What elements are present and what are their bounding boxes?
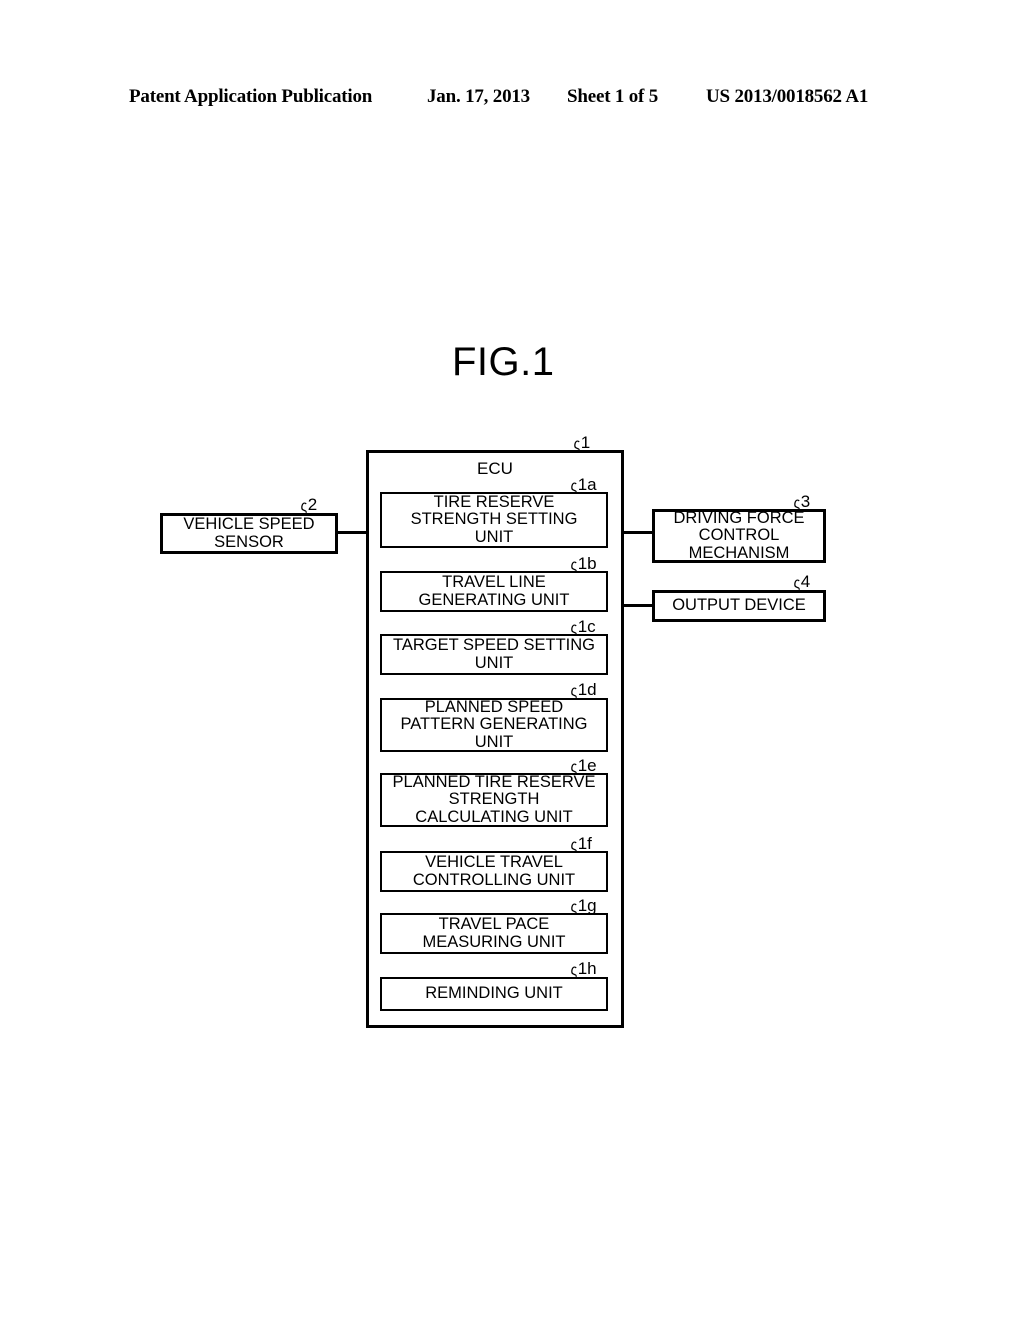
unit-box-travel-pace-measuring[interactable]: TRAVEL PACE MEASURING UNIT [380,913,608,954]
ref-numeral-4: ς4 [793,572,811,592]
unit-label-1g: TRAVEL PACE MEASURING UNIT [422,915,566,951]
unit-box-reminding[interactable]: REMINDING UNIT [380,977,608,1011]
connector-ecu-to-driving-force [621,531,655,534]
ref-numeral-1c-text: 1c [577,617,596,636]
unit-box-vehicle-travel-controlling[interactable]: VEHICLE TRAVEL CONTROLLING UNIT [380,851,608,892]
unit-box-travel-line-generating[interactable]: TRAVEL LINE GENERATING UNIT [380,571,608,612]
external-label-2: VEHICLE SPEED SENSOR [183,515,315,551]
ref-hook-icon: ς [300,498,308,515]
ref-numeral-1: ς1 [573,433,591,453]
unit-label-1e: PLANNED TIRE RESERVE STRENGTH CALCULATIN… [392,773,596,826]
ref-hook-icon: ς [793,575,801,592]
ref-numeral-1c: ς1c [570,617,596,637]
unit-box-tire-reserve-strength-setting[interactable]: TIRE RESERVE STRENGTH SETTING UNIT [380,492,608,548]
external-label-3: DRIVING FORCE CONTROL MECHANISM [673,509,805,562]
ref-numeral-1g-text: 1g [577,896,597,915]
unit-label-1d: PLANNED SPEED PATTERN GENERATING UNIT [400,698,588,751]
ref-numeral-1h-text: 1h [577,959,597,978]
header-publication-title: Patent Application Publication [129,86,373,107]
ref-numeral-1g: ς1g [570,896,597,916]
header-sheet-number: Sheet 1 of 5 [567,86,659,107]
ref-hook-icon: ς [573,436,581,453]
ref-numeral-1d-text: 1d [577,680,597,699]
ref-hook-icon: ς [570,478,578,495]
unit-label-1a: TIRE RESERVE STRENGTH SETTING UNIT [410,493,578,546]
ref-numeral-3: ς3 [793,492,811,512]
figure-title: FIG.1 [452,340,555,384]
header-document-number: US 2013/0018562 A1 [706,86,869,107]
unit-label-1f: VEHICLE TRAVEL CONTROLLING UNIT [412,853,576,889]
external-box-output-device[interactable]: OUTPUT DEVICE [652,590,826,622]
unit-label-1b: TRAVEL LINE GENERATING UNIT [418,573,570,609]
ref-hook-icon: ς [570,620,578,637]
external-box-vehicle-speed-sensor[interactable]: VEHICLE SPEED SENSOR [160,513,338,554]
unit-box-planned-tire-reserve-strength-calculating[interactable]: PLANNED TIRE RESERVE STRENGTH CALCULATIN… [380,773,608,827]
ref-numeral-2-text: 2 [307,495,318,514]
ref-numeral-1a-text: 1a [577,475,597,494]
ref-numeral-1e: ς1e [570,756,597,776]
connector-ecu-to-output-device [621,604,655,607]
unit-box-target-speed-setting[interactable]: TARGET SPEED SETTING UNIT [380,634,608,675]
ref-hook-icon: ς [570,962,578,979]
unit-box-planned-speed-pattern-generating[interactable]: PLANNED SPEED PATTERN GENERATING UNIT [380,698,608,752]
ref-numeral-1b: ς1b [570,554,597,574]
ref-numeral-1d: ς1d [570,680,597,700]
ref-hook-icon: ς [793,495,801,512]
ref-numeral-1f: ς1f [570,834,592,854]
ref-numeral-1a: ς1a [570,475,597,495]
ref-hook-icon: ς [570,683,578,700]
header-publication-date: Jan. 17, 2013 [427,86,530,107]
page-header: Patent Application Publication Jan. 17, … [0,86,1024,112]
unit-label-1c: TARGET SPEED SETTING UNIT [392,636,595,672]
connector-sensor-to-ecu [338,531,368,534]
unit-label-1h: REMINDING UNIT [425,984,563,1003]
ref-numeral-3-text: 3 [800,492,811,511]
ref-hook-icon: ς [570,557,578,574]
ref-numeral-1e-text: 1e [577,756,597,775]
ref-numeral-1-text: 1 [580,433,591,452]
ref-numeral-1b-text: 1b [577,554,597,573]
ref-hook-icon: ς [570,837,578,854]
external-box-driving-force-control-mechanism[interactable]: DRIVING FORCE CONTROL MECHANISM [652,509,826,563]
ref-hook-icon: ς [570,759,578,776]
ref-numeral-1h: ς1h [570,959,597,979]
ref-numeral-2: ς2 [300,495,318,515]
ref-numeral-4-text: 4 [800,572,811,591]
external-label-4: OUTPUT DEVICE [672,596,806,615]
ref-hook-icon: ς [570,899,578,916]
ref-numeral-1f-text: 1f [577,834,592,853]
